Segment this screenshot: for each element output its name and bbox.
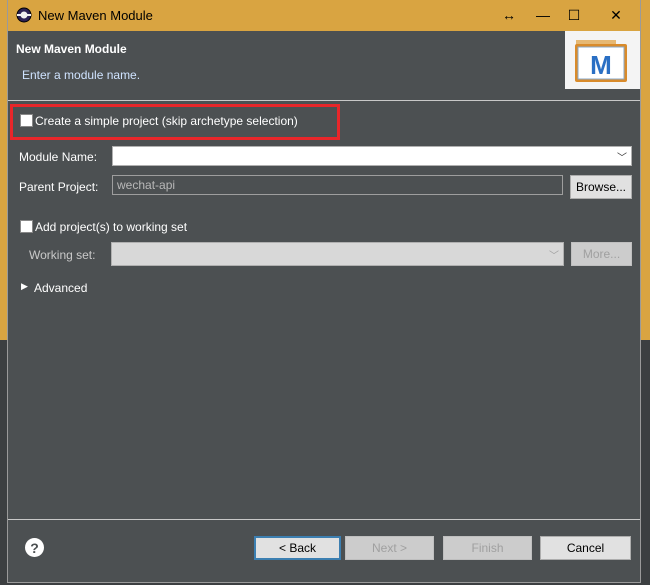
advanced-toggle[interactable]: Advanced: [34, 281, 87, 295]
working-set-label: Working set:: [29, 248, 96, 262]
maven-logo-letter: M: [590, 50, 612, 80]
simple-project-label[interactable]: Create a simple project (skip archetype …: [35, 114, 298, 128]
maven-logo: M: [565, 31, 640, 89]
browse-button[interactable]: Browse...: [570, 175, 632, 199]
dialog-window: New Maven Module ↔ — ☐ ✕ New Maven Modul…: [7, 0, 641, 583]
expand-arrow-icon[interactable]: ▶: [21, 281, 28, 292]
close-button[interactable]: ✕: [601, 4, 631, 26]
wizard-header: New Maven Module Enter a module name. M: [8, 31, 640, 101]
maximize-button[interactable]: ☐: [559, 4, 589, 26]
module-name-combo[interactable]: ﹀: [112, 146, 632, 166]
parent-project-field: wechat-api: [112, 175, 563, 195]
finish-button: Finish: [443, 536, 532, 560]
back-button[interactable]: < Back: [254, 536, 341, 560]
working-set-checkbox-label[interactable]: Add project(s) to working set: [35, 220, 187, 234]
wizard-description: Enter a module name.: [22, 68, 141, 82]
wizard-title: New Maven Module: [16, 42, 127, 56]
parent-project-label: Parent Project:: [19, 180, 99, 194]
maven-logo-icon: M: [575, 40, 627, 82]
eclipse-icon: [16, 7, 32, 23]
more-button: More...: [571, 242, 632, 266]
working-set-combo: ﹀: [111, 242, 564, 266]
module-name-label: Module Name:: [19, 150, 98, 164]
window-title: New Maven Module: [38, 8, 153, 23]
resize-icon[interactable]: ↔: [494, 4, 524, 26]
next-button: Next >: [345, 536, 434, 560]
chevron-down-icon[interactable]: ﹀: [617, 149, 627, 164]
minimize-button[interactable]: —: [528, 4, 558, 26]
title-bar: New Maven Module ↔ — ☐ ✕: [8, 0, 640, 31]
parent-project-value: wechat-api: [117, 178, 176, 192]
footer-separator: [8, 519, 640, 520]
working-set-checkbox[interactable]: [20, 220, 33, 233]
chevron-down-icon: ﹀: [549, 251, 559, 262]
cancel-button[interactable]: Cancel: [540, 536, 631, 560]
help-icon[interactable]: ?: [25, 538, 44, 557]
simple-project-checkbox[interactable]: [20, 114, 33, 127]
